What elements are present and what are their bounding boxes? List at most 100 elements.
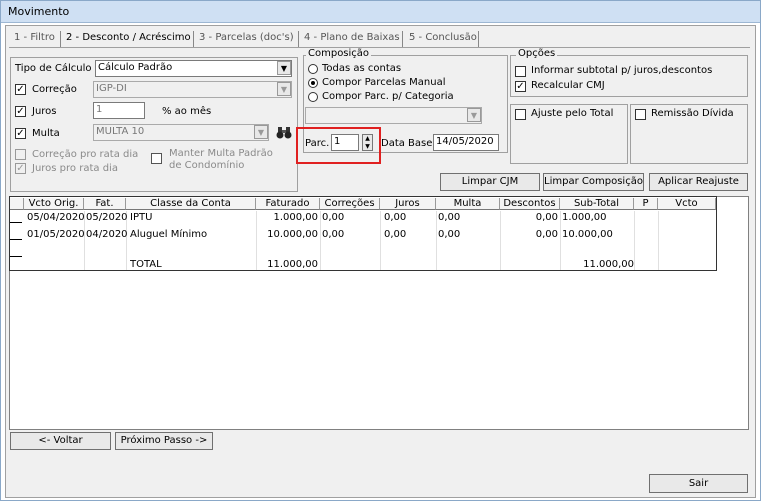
total-sub-total: 11.000,00 bbox=[583, 259, 634, 270]
tab-separator bbox=[478, 31, 479, 47]
parcela-spinner[interactable]: ▲ ▼ bbox=[362, 134, 373, 151]
tab-desconto-acrescimo[interactable]: 2 - Desconto / Acréscimo bbox=[66, 32, 191, 47]
cell-fat: 05/2020 bbox=[86, 212, 128, 223]
cell-juros: 0,00 bbox=[384, 229, 407, 240]
col-descontos[interactable]: Descontos bbox=[500, 198, 560, 210]
col-juros[interactable]: Juros bbox=[380, 198, 436, 210]
radio-compor-manual[interactable] bbox=[308, 78, 318, 88]
chevron-down-icon[interactable]: ▼ bbox=[254, 125, 268, 139]
correcao-rata-label: Correção pro rata dia bbox=[32, 149, 139, 160]
row-indicator bbox=[10, 239, 22, 240]
col-faturado[interactable]: Faturado bbox=[256, 198, 320, 210]
limpar-cjm-button[interactable]: Limpar CJM bbox=[440, 173, 540, 191]
data-base-label: Data Base bbox=[381, 138, 433, 149]
tipo-calculo-label: Tipo de Cálculo bbox=[15, 63, 92, 74]
radio-todas-contas-label: Todas as contas bbox=[322, 63, 402, 74]
col-p[interactable]: P bbox=[634, 198, 658, 210]
tab-separator bbox=[298, 31, 299, 47]
col-correcoes[interactable]: Correções bbox=[320, 198, 380, 210]
correcao-value: IGP-DI bbox=[96, 83, 127, 94]
cell-correcoes: 0,00 bbox=[322, 229, 345, 240]
parcela-value: 1 bbox=[334, 136, 341, 147]
correcao-checkbox[interactable]: ✓ bbox=[15, 84, 26, 95]
informar-subtotal-checkbox[interactable] bbox=[515, 66, 526, 77]
tab-separator bbox=[402, 31, 403, 47]
correcao-label: Correção bbox=[32, 84, 77, 95]
radio-compor-categoria-label: Compor Parc. p/ Categoria bbox=[322, 91, 454, 102]
cell-correcoes: 0,00 bbox=[322, 212, 345, 223]
sair-button[interactable]: Sair bbox=[649, 474, 748, 493]
cell-juros: 0,00 bbox=[384, 212, 407, 223]
correcao-select[interactable]: IGP-DI bbox=[93, 81, 292, 98]
remissao-divida-checkbox[interactable] bbox=[635, 109, 646, 120]
ajuste-total-checkbox[interactable] bbox=[515, 109, 526, 120]
radio-todas-contas[interactable] bbox=[308, 64, 318, 74]
juros-unit: % ao mês bbox=[162, 106, 212, 117]
table-row[interactable]: 01/05/2020 04/2020 Aluguel Mínimo 10.000… bbox=[10, 229, 716, 241]
informar-subtotal-label: Informar subtotal p/ juros,descontos bbox=[531, 65, 713, 76]
tab-conclusao[interactable]: 5 - Conclusão bbox=[409, 32, 477, 47]
grid-header-indicator bbox=[10, 198, 24, 210]
correcao-rata-checkbox[interactable] bbox=[15, 149, 26, 160]
juros-rata-checkbox[interactable]: ✓ bbox=[15, 163, 26, 174]
cell-sub-total: 1.000,00 bbox=[562, 212, 607, 223]
ajuste-total-label: Ajuste pelo Total bbox=[531, 108, 614, 119]
cell-descontos: 0,00 bbox=[535, 229, 558, 240]
title-bar bbox=[1, 1, 760, 23]
cell-sub-total: 10.000,00 bbox=[562, 229, 613, 240]
total-faturado: 11.000,00 bbox=[267, 259, 318, 270]
cell-faturado: 10.000,00 bbox=[267, 229, 318, 240]
window-title: Movimento bbox=[8, 5, 70, 18]
tab-plano-baixas[interactable]: 4 - Plano de Baixas bbox=[304, 32, 400, 47]
tipo-calculo-value: Cálculo Padrão bbox=[98, 62, 173, 73]
tab-separator bbox=[193, 31, 194, 47]
col-fat[interactable]: Fat. bbox=[84, 198, 126, 210]
limpar-composicao-button[interactable]: Limpar Composição bbox=[543, 173, 644, 191]
opcoes-title: Opções bbox=[516, 48, 558, 59]
chevron-down-icon[interactable]: ▼ bbox=[277, 61, 291, 75]
col-sub-total[interactable]: Sub-Total bbox=[560, 198, 634, 210]
chevron-down-icon[interactable]: ▼ bbox=[277, 82, 291, 96]
cell-multa: 0,00 bbox=[438, 229, 461, 240]
juros-label: Juros bbox=[32, 106, 57, 117]
data-base-value: 14/05/2020 bbox=[436, 136, 494, 147]
radio-compor-categoria[interactable] bbox=[308, 92, 318, 102]
manter-multa-checkbox[interactable] bbox=[151, 153, 162, 164]
voltar-button[interactable]: <- Voltar bbox=[10, 432, 111, 450]
categoria-select[interactable] bbox=[305, 107, 482, 124]
multa-select[interactable]: MULTA 10 bbox=[93, 124, 269, 141]
proximo-passo-button[interactable]: Próximo Passo -> bbox=[115, 432, 213, 450]
composicao-title: Composição bbox=[306, 48, 372, 59]
data-base-input[interactable]: 14/05/2020 bbox=[433, 134, 499, 151]
juros-value: 1 bbox=[96, 104, 103, 115]
cell-vcto-orig: 05/04/2020 bbox=[27, 212, 85, 223]
tab-parcelas[interactable]: 3 - Parcelas (doc's) bbox=[199, 32, 294, 47]
col-classe-conta[interactable]: Classe da Conta bbox=[126, 198, 256, 210]
col-multa[interactable]: Multa bbox=[436, 198, 500, 210]
juros-rata-label: Juros pro rata dia bbox=[32, 163, 118, 174]
multa-label: Multa bbox=[32, 128, 60, 139]
col-vcto-orig[interactable]: Vcto Orig. bbox=[24, 198, 84, 210]
tab-filtro[interactable]: 1 - Filtro bbox=[14, 32, 55, 47]
juros-checkbox[interactable]: ✓ bbox=[15, 106, 26, 117]
juros-input[interactable]: 1 bbox=[93, 102, 145, 119]
manter-multa-label: Manter Multa Padrão de Condomínio bbox=[169, 148, 273, 171]
cell-classe-conta: IPTU bbox=[130, 212, 153, 223]
multa-checkbox[interactable]: ✓ bbox=[15, 128, 26, 139]
col-vcto[interactable]: Vcto bbox=[658, 198, 716, 210]
parcela-label: Parc. bbox=[305, 138, 330, 149]
table-total-row: TOTAL 11.000,00 11.000,00 bbox=[10, 259, 716, 271]
cell-classe-conta: Aluguel Mínimo bbox=[130, 229, 208, 240]
radio-compor-manual-label: Compor Parcelas Manual bbox=[322, 77, 446, 88]
tipo-calculo-select[interactable]: Cálculo Padrão bbox=[95, 60, 292, 77]
chevron-down-icon[interactable]: ▼ bbox=[467, 108, 481, 122]
cell-descontos: 0,00 bbox=[535, 212, 558, 223]
cell-faturado: 1.000,00 bbox=[273, 212, 318, 223]
recalcular-cmj-checkbox[interactable]: ✓ bbox=[515, 81, 526, 92]
aplicar-reajuste-button[interactable]: Aplicar Reajuste bbox=[649, 173, 748, 191]
parcela-input[interactable]: 1 bbox=[331, 134, 359, 151]
tab-strip-line bbox=[9, 47, 750, 48]
binoculars-icon[interactable] bbox=[275, 124, 293, 141]
table-row[interactable]: 05/04/2020 05/2020 IPTU 1.000,00 0,00 0,… bbox=[10, 212, 716, 224]
cell-multa: 0,00 bbox=[438, 212, 461, 223]
